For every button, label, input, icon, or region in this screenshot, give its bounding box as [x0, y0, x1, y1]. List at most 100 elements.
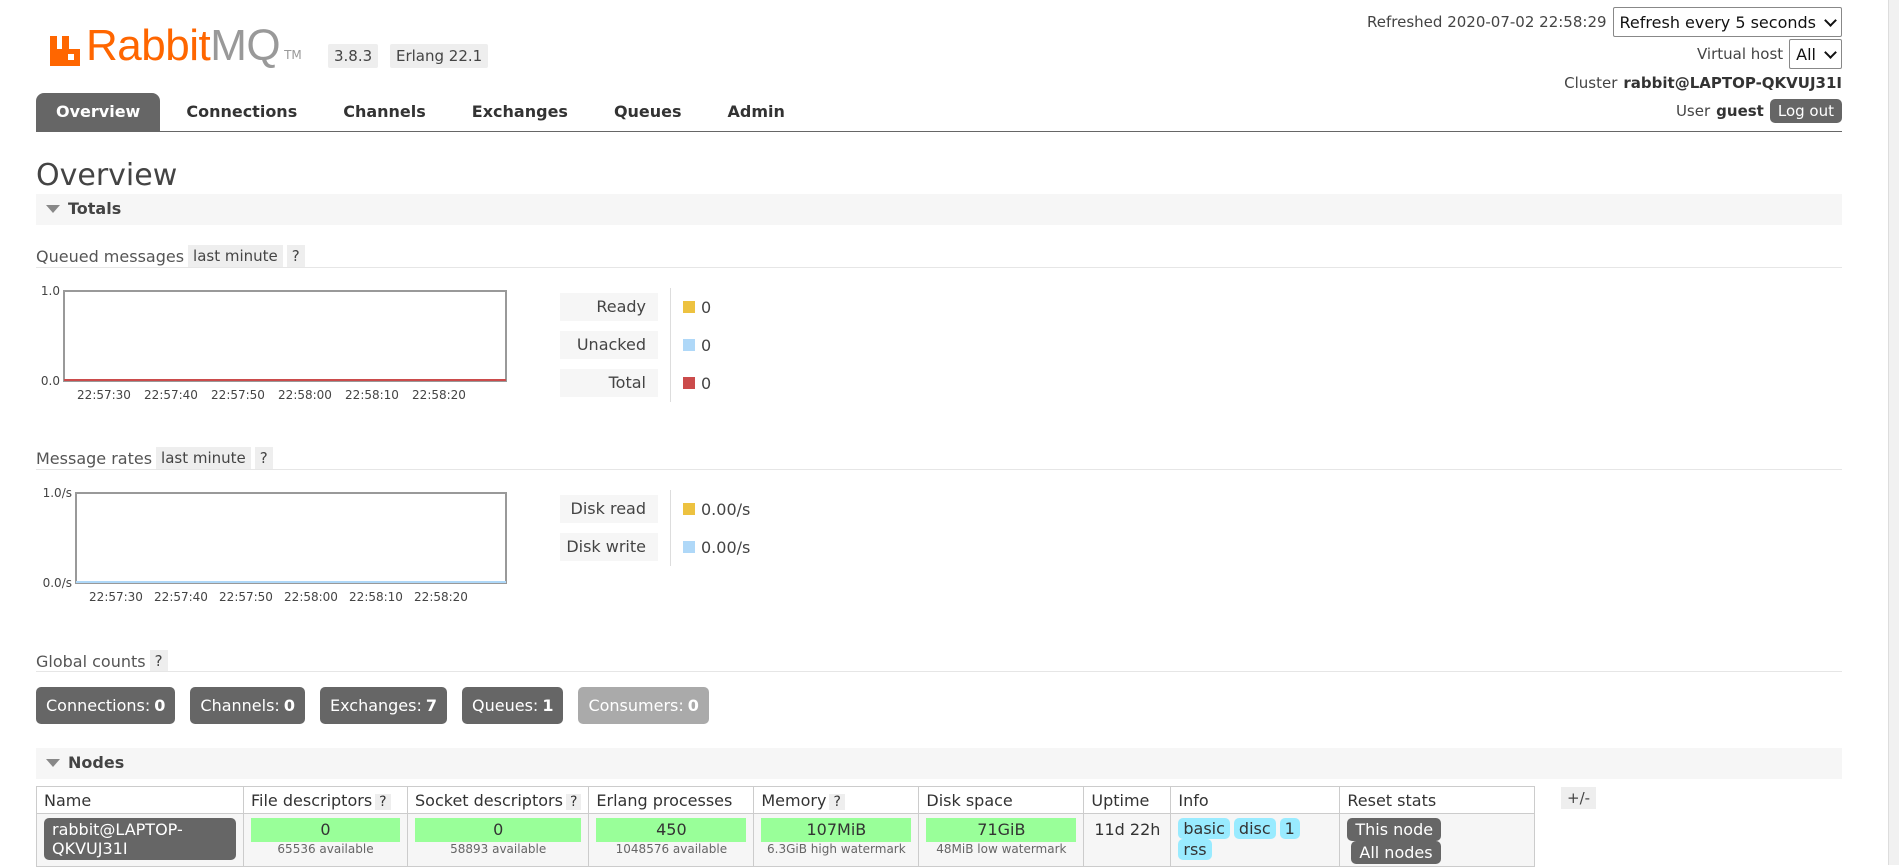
legend-label: Unacked: [560, 331, 658, 359]
divider: [36, 469, 1842, 470]
queued-range-selector[interactable]: last minute: [188, 245, 283, 267]
help-button[interactable]: ?: [375, 793, 391, 810]
vhost-label: Virtual host: [1696, 45, 1784, 63]
message-rates-chart: 0.0/s 1.0/s 22:57:30 22:57:40 22:57:50 22:58:…: [36, 486, 546, 616]
x-tick-label: 22:58:00: [284, 590, 338, 604]
legend-total: Total 0: [560, 364, 711, 402]
tab-connections[interactable]: Connections: [166, 93, 317, 131]
nodes-section-toggle[interactable]: Nodes: [36, 748, 1842, 779]
consumers-count-button[interactable]: Consumers: 0: [578, 687, 709, 724]
user-label: User: [1675, 102, 1711, 120]
legend-label: Disk write: [560, 533, 658, 561]
memory-bar: 107MiB: [761, 818, 912, 842]
help-button[interactable]: ?: [829, 793, 845, 810]
legend-value: 0: [701, 297, 712, 317]
legend-unacked: Unacked 0: [560, 326, 711, 364]
refreshed-label: Refreshed: [1367, 13, 1443, 31]
queued-help-button[interactable]: ?: [286, 245, 305, 267]
rates-range-selector[interactable]: last minute: [156, 447, 251, 469]
message-rates-header: Message rates last minute ?: [36, 447, 273, 469]
swatch-total: [683, 377, 695, 389]
totals-section-title: Totals: [68, 199, 122, 218]
info-tag-rss[interactable]: rss: [1178, 839, 1212, 860]
tab-overview[interactable]: Overview: [36, 93, 161, 131]
divider: [36, 671, 1842, 672]
queued-messages-chart: 0.0 1.0 22:57:30 22:57:40 22:57:50 22:58:00 22…: [36, 284, 546, 414]
swatch-unacked: [683, 339, 695, 351]
legend-label: Disk read: [560, 495, 658, 523]
plot-area: [75, 492, 507, 584]
col-uptime: Uptime: [1083, 786, 1172, 814]
page-scrollbar[interactable]: [1888, 0, 1899, 865]
erlang-version-badge: Erlang 22.1: [390, 44, 489, 68]
legend-value: 0: [701, 335, 712, 355]
queued-messages-header: Queued messages last minute ?: [36, 245, 305, 267]
page-title: Overview: [36, 158, 178, 193]
toggle-columns-button[interactable]: +/-: [1561, 787, 1597, 809]
tab-admin[interactable]: Admin: [708, 93, 805, 131]
totals-section-toggle[interactable]: Totals: [36, 194, 1842, 225]
message-rates-title: Message rates: [36, 448, 153, 468]
info-tag-basic[interactable]: basic: [1178, 818, 1230, 839]
col-reset-stats: Reset stats: [1339, 786, 1536, 814]
tab-exchanges[interactable]: Exchanges: [452, 93, 588, 131]
top-right-panel: Refreshed 2020-07-02 22:58:29 Refresh ev…: [1367, 7, 1842, 126]
cluster-label: Cluster: [1564, 74, 1618, 92]
logo-tm: TM: [284, 48, 302, 62]
version-badge: 3.8.3: [328, 44, 379, 68]
y-tick-label: 0.0/s: [43, 576, 72, 590]
x-tick-label: 22:57:40: [154, 590, 208, 604]
sd-available: 58893 available: [450, 842, 547, 856]
swatch-ready: [683, 301, 695, 313]
help-button[interactable]: ?: [565, 793, 582, 810]
y-tick-label: 1.0: [41, 285, 60, 298]
info-tag-count[interactable]: 1: [1279, 818, 1300, 839]
info-tag-disc[interactable]: disc: [1233, 818, 1276, 839]
x-tick-label: 22:58:00: [278, 388, 332, 402]
col-name: Name: [36, 786, 244, 814]
global-help-button[interactable]: ?: [149, 650, 168, 672]
uptime-value: 11d 22h: [1083, 813, 1172, 867]
tab-divider: [36, 131, 1842, 132]
exchanges-count-button[interactable]: Exchanges: 7: [319, 687, 448, 724]
global-counts-header: Global counts ?: [36, 650, 168, 672]
node-name-link[interactable]: rabbit@LAPTOP-QKVUJ31I: [44, 818, 236, 860]
col-info: Info: [1170, 786, 1341, 814]
reset-this-node-button[interactable]: This node: [1347, 818, 1442, 841]
x-tick-label: 22:57:30: [89, 590, 143, 604]
divider: [36, 267, 1842, 268]
col-disk-space: Disk space: [918, 786, 1085, 814]
tab-queues[interactable]: Queues: [594, 93, 702, 131]
tab-channels[interactable]: Channels: [323, 93, 446, 131]
connections-count-button[interactable]: Connections: 0: [36, 687, 176, 724]
reset-all-nodes-button[interactable]: All nodes: [1351, 841, 1441, 864]
channels-count-button[interactable]: Channels: 0: [190, 687, 305, 724]
refresh-interval-select[interactable]: Refresh every 5 seconds: [1612, 7, 1842, 37]
legend-value: 0.00/s: [701, 537, 751, 557]
x-tick-label: 22:58:10: [349, 590, 403, 604]
nodes-section-title: Nodes: [68, 753, 125, 772]
nodes-table: Name File descriptors? Socket descriptor…: [36, 786, 1536, 867]
rabbitmq-logo: Rabbit MQ TM: [48, 18, 302, 68]
x-tick-label: 22:58:20: [414, 590, 468, 604]
rates-help-button[interactable]: ?: [254, 447, 273, 469]
rates-chart-svg: 0.0/s 1.0/s 22:57:30 22:57:40 22:57:50 22:58:…: [43, 486, 507, 604]
table-row: rabbit@LAPTOP-QKVUJ31I 0 65536 available …: [36, 813, 1536, 867]
y-tick-label: 1.0/s: [43, 487, 72, 500]
fd-available: 65536 available: [277, 842, 374, 856]
rabbit-icon: [50, 36, 80, 66]
legend-disk-read: Disk read 0.00/s: [560, 490, 750, 528]
legend-value: 0: [701, 373, 712, 393]
queues-count-button[interactable]: Queues: 1: [462, 687, 564, 724]
col-memory: Memory?: [753, 786, 920, 814]
legend-disk-write: Disk write 0.00/s: [560, 528, 750, 566]
chevron-down-icon: [1824, 45, 1837, 59]
queued-chart-svg: 0.0 1.0 22:57:30 22:57:40 22:57:50 22:58:00 22…: [41, 284, 507, 402]
col-erlang-processes: Erlang processes: [588, 786, 755, 814]
legend-value: 0.00/s: [701, 499, 751, 519]
x-tick-label: 22:57:40: [144, 388, 198, 402]
queued-messages-title: Queued messages: [36, 246, 185, 266]
erlang-processes-available: 1048576 available: [615, 842, 728, 856]
logout-button[interactable]: Log out: [1769, 99, 1842, 123]
vhost-select[interactable]: All: [1789, 39, 1842, 69]
